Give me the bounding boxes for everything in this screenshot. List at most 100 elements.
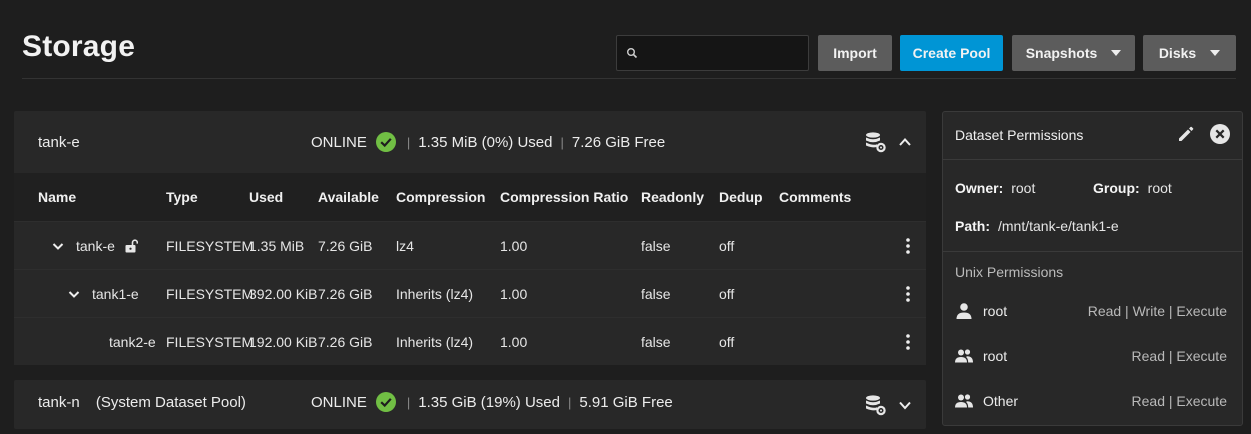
import-button[interactable]: Import (818, 35, 892, 71)
readonly-cell: false (641, 237, 671, 254)
pool-name: tank-e (38, 133, 80, 151)
ratio-cell: 1.00 (500, 333, 528, 350)
permission-rights: Read | Execute (1131, 348, 1227, 364)
permission-who: root (983, 303, 1008, 319)
create-pool-button[interactable]: Create Pool (900, 35, 1003, 71)
dataset-permissions-card: Dataset Permissions Owner: root Group: roo… (942, 111, 1243, 426)
more-vert-icon[interactable] (906, 238, 910, 254)
permission-entry: root Read | Execute (943, 346, 1242, 366)
column-header[interactable]: Name (38, 173, 76, 221)
separator: | (406, 134, 411, 150)
dedup-cell: off (719, 285, 735, 302)
compression-cell: Inherits (lz4) (396, 285, 474, 302)
close-circle-icon[interactable] (1209, 123, 1231, 145)
dataset-name-cell: tank-e (52, 222, 138, 269)
chevron-down-icon[interactable] (898, 398, 912, 412)
group-value: root (1147, 180, 1172, 196)
pool-name: tank-n (System Dataset Pool) (38, 394, 246, 411)
pool-status-text: ONLINE (311, 393, 367, 411)
ratio-cell: 1.00 (500, 285, 528, 302)
used-cell: 1.35 MiB (249, 237, 305, 254)
database-settings-icon[interactable] (864, 394, 886, 416)
search-box[interactable] (616, 35, 809, 71)
type-cell: FILESYSTEM (166, 333, 254, 350)
pool-header: tank-e ONLINE | 1.35 MiB (0%) Used | 7.2… (14, 111, 926, 173)
search-input[interactable] (643, 36, 803, 70)
pool-status: ONLINE | 1.35 MiB (0%) Used | 7.26 GiB F… (311, 132, 665, 152)
separator: | (406, 394, 411, 410)
dataset-table: Name Type Used Available Compression Com… (14, 173, 926, 365)
pool-status-text: ONLINE (311, 133, 367, 151)
snapshots-label: Snapshots (1025, 45, 1098, 61)
type-cell: FILESYSTEM (166, 237, 254, 254)
check-circle-icon (375, 392, 396, 412)
pool-used: 1.35 MiB (0%) Used (418, 133, 553, 151)
table-row[interactable]: tank2-e FILESYSTEM 192.00 KiB 7.26 GiB I… (14, 317, 926, 365)
compression-cell: lz4 (396, 237, 414, 254)
pool-name-text: tank-n (38, 393, 80, 411)
divider (943, 159, 1242, 160)
dataset-name-cell: tank1-e (68, 270, 139, 317)
permissions-title: Dataset Permissions (955, 127, 1084, 143)
permission-entry: Other Read | Execute (943, 391, 1242, 411)
column-header[interactable]: Type (166, 173, 198, 221)
used-cell: 392.00 KiB (249, 285, 318, 302)
pool-card-tank-n: tank-n (System Dataset Pool) ONLINE | 1.… (14, 380, 926, 429)
unlocked-lock-icon[interactable] (124, 238, 138, 253)
available-cell: 7.26 GiB (318, 285, 373, 302)
owner-field: Owner: root (955, 180, 1035, 196)
column-header[interactable]: Compression (396, 173, 485, 221)
database-settings-icon[interactable] (864, 131, 886, 153)
search-icon (627, 48, 638, 59)
caret-down-icon (1111, 50, 1122, 56)
check-circle-icon (375, 132, 396, 152)
disks-label: Disks (1158, 45, 1197, 61)
chevron-up-icon[interactable] (898, 135, 912, 149)
disks-button[interactable]: Disks (1143, 35, 1236, 71)
column-header[interactable]: Available (318, 173, 379, 221)
column-header[interactable]: Compression Ratio (500, 173, 628, 221)
group-icon (955, 349, 973, 363)
separator: | (567, 394, 572, 410)
owner-label: Owner: (955, 180, 1004, 196)
caret-down-icon (1210, 50, 1221, 56)
used-cell: 192.00 KiB (249, 333, 318, 350)
column-header[interactable]: Used (249, 173, 283, 221)
permission-rights: Read | Write | Execute (1087, 303, 1227, 319)
pool-status: ONLINE | 1.35 GiB (19%) Used | 5.91 GiB … (311, 392, 673, 412)
pool-header: tank-n (System Dataset Pool) ONLINE | 1.… (14, 380, 926, 424)
column-header[interactable]: Dedup (719, 173, 763, 221)
import-label: Import (833, 45, 877, 61)
path-value: /mnt/tank-e/tank1-e (998, 218, 1119, 234)
more-vert-icon[interactable] (906, 286, 910, 302)
chevron-down-icon[interactable] (52, 240, 64, 252)
page-title: Storage (22, 30, 136, 63)
type-cell: FILESYSTEM (166, 285, 254, 302)
group-icon (955, 394, 973, 408)
ratio-cell: 1.00 (500, 237, 528, 254)
dataset-name: tank-e (76, 237, 115, 254)
more-vert-icon[interactable] (906, 334, 910, 350)
edit-pencil-icon[interactable] (1176, 124, 1196, 144)
column-header[interactable]: Readonly (641, 173, 704, 221)
dataset-name: tank1-e (92, 285, 139, 302)
permission-who: Other (983, 393, 1019, 409)
table-row[interactable]: tank1-e FILESYSTEM 392.00 KiB 7.26 GiB I… (14, 269, 926, 317)
user-icon (956, 303, 972, 319)
create-pool-label: Create Pool (912, 45, 991, 61)
column-header[interactable]: Comments (779, 173, 851, 221)
permission-who: root (983, 348, 1008, 364)
permission-rights: Read | Execute (1131, 393, 1227, 409)
path-field: Path: /mnt/tank-e/tank1-e (955, 218, 1119, 234)
readonly-cell: false (641, 285, 671, 302)
dataset-name: tank2-e (109, 333, 156, 350)
pool-actions (864, 131, 912, 153)
pool-used: 1.35 GiB (19%) Used (418, 393, 560, 411)
dedup-cell: off (719, 237, 735, 254)
snapshots-button[interactable]: Snapshots (1012, 35, 1135, 71)
path-label: Path: (955, 218, 990, 234)
chevron-down-icon[interactable] (68, 288, 80, 300)
title-divider (22, 78, 1236, 79)
table-row[interactable]: tank-e FILESYSTEM 1.35 MiB 7.26 GiB lz4 … (14, 221, 926, 269)
separator: | (560, 134, 564, 150)
